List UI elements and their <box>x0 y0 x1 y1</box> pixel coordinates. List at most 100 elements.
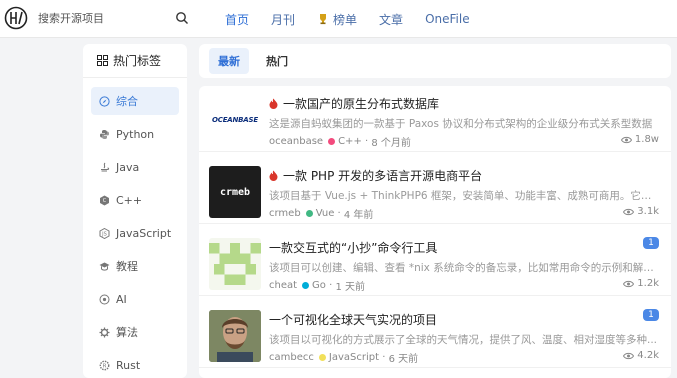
project-author[interactable]: cambecc <box>269 352 314 363</box>
project-views: 3.1k <box>623 206 659 217</box>
oceanbase-logo: OCEANBASE <box>212 116 258 124</box>
sidebar-item-label: AI <box>116 292 127 306</box>
sidebar-header: 热门标签 <box>83 44 187 78</box>
crmeb-logo: crmeb <box>219 186 251 198</box>
project-title-text: 一款国产的原生分布式数据库 <box>283 97 440 111</box>
project-title[interactable]: 一款 PHP 开发的多语言开源电商平台 <box>269 167 482 184</box>
svg-text:C: C <box>103 198 107 204</box>
ai-icon <box>99 294 110 304</box>
view-count: 4.2k <box>637 350 659 361</box>
nav-rankings[interactable]: 榜单 <box>317 11 357 28</box>
nav-monthly[interactable]: 月刊 <box>271 11 295 28</box>
project-author[interactable]: crmeb <box>269 208 301 219</box>
nav-onefile[interactable]: OneFile <box>425 12 470 26</box>
fire-icon <box>269 170 278 181</box>
main-nav: 首页 月刊 榜单 文章 OneFile <box>225 0 492 38</box>
project-title[interactable]: 一个可视化全球天气实况的项目 <box>269 311 437 328</box>
svg-text:JS: JS <box>101 231 107 237</box>
project-item[interactable]: 一个可视化全球天气实况的项目 1 该项目以可视化的方式展示了全球的天气情况，提供… <box>199 302 671 368</box>
sidebar-item-comprehensive[interactable]: 综合 <box>91 87 179 115</box>
sidebar-item-java[interactable]: Java <box>91 153 179 181</box>
javascript-icon: JS <box>99 227 110 239</box>
eye-icon <box>623 352 635 359</box>
nav-rankings-label: 榜单 <box>333 12 358 27</box>
project-language[interactable]: Vue <box>316 208 335 219</box>
rust-icon: R <box>99 360 110 370</box>
grid-icon <box>97 55 108 66</box>
tab-latest[interactable]: 最新 <box>209 48 249 74</box>
sidebar-item-label: 教程 <box>116 260 138 273</box>
project-title[interactable]: 一款交互式的“小抄”命令行工具 <box>269 239 437 256</box>
sidebar-item-cpp[interactable]: C C++ <box>91 186 179 214</box>
language-dot <box>302 282 310 289</box>
tutorial-icon <box>99 262 110 271</box>
search-box <box>32 6 195 30</box>
avatar-photo <box>209 310 261 362</box>
site-logo-icon[interactable] <box>4 6 28 30</box>
project-views: 4.2k <box>623 350 659 361</box>
eye-icon <box>623 208 635 215</box>
search-icon[interactable] <box>175 11 189 25</box>
project-title-text: 一个可视化全球天气实况的项目 <box>269 313 438 327</box>
trophy-icon <box>320 14 327 25</box>
project-meta: oceanbase C++ · 8 个月前 <box>269 134 411 149</box>
nav-home[interactable]: 首页 <box>225 11 249 28</box>
project-language[interactable]: JavaScript <box>329 352 379 363</box>
sidebar-item-label: C++ <box>116 193 143 207</box>
update-badge: 1 <box>643 237 659 249</box>
separator: · <box>325 280 336 291</box>
sidebar-item-label: JavaScript <box>116 226 172 240</box>
sidebar-item-python[interactable]: Python <box>91 120 179 148</box>
language-dot <box>318 354 326 361</box>
search-input[interactable] <box>32 6 172 30</box>
separator: · <box>334 208 344 219</box>
project-thumbnail <box>209 238 261 290</box>
cpp-icon: C <box>100 195 109 205</box>
sidebar-title: 热门标签 <box>113 54 162 68</box>
svg-text:R: R <box>103 363 107 369</box>
fire-icon <box>269 98 278 109</box>
project-time: 8 个月前 <box>371 138 411 149</box>
project-item[interactable]: OCEANBASE 一款国产的原生分布式数据库 这是源自蚂蚁集团的一款基于 Pa… <box>199 86 671 152</box>
project-thumbnail: crmeb <box>209 166 261 218</box>
sidebar-item-javascript[interactable]: JS JavaScript <box>91 219 179 247</box>
sidebar-item-tutorial[interactable]: 教程 <box>91 252 179 280</box>
sidebar-item-label: 综合 <box>116 95 138 108</box>
project-meta: cambecc JavaScript · 6 天前 <box>269 350 418 365</box>
sort-tabs: 最新 热门 <box>199 44 671 78</box>
sidebar-item-label: Java <box>116 160 140 174</box>
sidebar-item-algorithm[interactable]: 算法 <box>91 318 179 346</box>
project-time: 1 天前 <box>335 282 366 293</box>
project-title[interactable]: 一款国产的原生分布式数据库 <box>269 95 439 112</box>
view-count: 3.1k <box>637 206 659 217</box>
view-count: 1.2k <box>637 278 659 289</box>
update-badge: 1 <box>643 309 659 321</box>
project-meta: crmeb Vue · 4 年前 <box>269 206 373 221</box>
sidebar-item-rust[interactable]: R Rust <box>91 351 179 378</box>
project-item[interactable]: crmeb 一款 PHP 开发的多语言开源电商平台 该项目基于 Vue.js +… <box>199 158 671 224</box>
eye-icon <box>620 136 632 143</box>
sidebar-item-label: 算法 <box>116 326 138 339</box>
sidebar-item-ai[interactable]: AI <box>91 285 179 313</box>
view-count: 1.8w <box>634 134 659 145</box>
nav-articles[interactable]: 文章 <box>379 11 403 28</box>
python-icon <box>100 129 109 139</box>
project-views: 1.8w <box>620 134 659 145</box>
language-dot <box>305 210 313 217</box>
compass-icon <box>99 95 110 107</box>
project-title-text: 一款 PHP 开发的多语言开源电商平台 <box>283 169 483 183</box>
eye-icon <box>623 280 635 287</box>
identicon-icon <box>209 243 261 285</box>
tab-hot[interactable]: 热门 <box>257 48 297 74</box>
sidebar-item-label: Rust <box>116 358 141 372</box>
project-author[interactable]: oceanbase <box>269 136 323 147</box>
project-time: 6 天前 <box>388 354 419 365</box>
project-author[interactable]: cheat <box>269 280 297 291</box>
project-thumbnail: OCEANBASE <box>209 94 261 146</box>
algorithm-icon <box>99 327 110 337</box>
project-language[interactable]: C++ <box>338 136 362 147</box>
project-language[interactable]: Go <box>312 280 326 291</box>
project-item[interactable]: 一款交互式的“小抄”命令行工具 1 该项目可以创建、编辑、查看 *nix 系统命… <box>199 230 671 296</box>
sidebar-item-label: Python <box>116 127 155 141</box>
language-dot <box>328 138 336 145</box>
